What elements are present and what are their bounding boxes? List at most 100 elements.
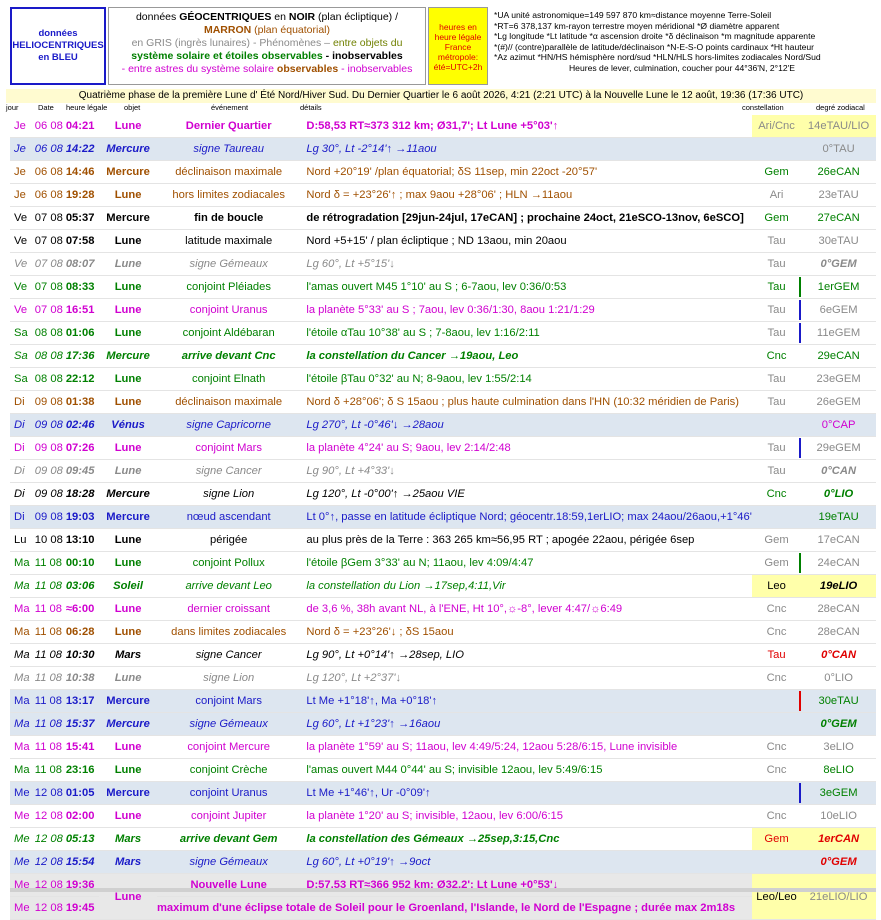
cell-degree: 0°GEM xyxy=(820,856,857,868)
cell-object: Lune xyxy=(114,534,142,546)
cell-constellation: Gem xyxy=(764,166,789,178)
cell-details: de rétrogradation [29jun-24jul, 17eCAN] … xyxy=(306,212,744,224)
cell-details: Lg 90°, Lt +4°33'↓ xyxy=(306,465,395,477)
cell-object: Mercure xyxy=(106,718,150,730)
horizontal-scrollbar[interactable] xyxy=(10,888,876,892)
cell-degree: 3eGEM xyxy=(819,787,858,799)
cell-time: 23:16 xyxy=(65,764,95,776)
cell-constellation: Tau xyxy=(767,373,786,385)
cell-object: Lune xyxy=(114,557,142,569)
cell-day: Ve xyxy=(14,212,28,224)
cell-degree: 0°GEM xyxy=(820,718,857,730)
cell-time: ≈6:00 xyxy=(65,603,95,615)
table-row: Ma 11 08 03:06 Soleil arrive devant Leo la co… xyxy=(10,574,876,598)
cell-constellation: Ari/Cnc xyxy=(751,115,802,138)
cell-degree: 19eTAU xyxy=(818,511,859,523)
cell-details: de 3,6 %, 38h avant NL, à l'ENE, Ht 10°,… xyxy=(306,603,623,615)
legend-text: GÉOCENTRIQUES xyxy=(179,11,272,23)
cell-date: 07 08 xyxy=(34,281,63,293)
legend-text: (plan écliptique) / xyxy=(315,11,399,23)
cell-object: Lune xyxy=(114,258,142,270)
cell-details: l'amas ouvert M44 0°44' au S; invisible … xyxy=(306,764,603,776)
cell-constellation xyxy=(751,505,802,529)
legend-text: - inobservables xyxy=(338,63,413,75)
cell-object: Lune xyxy=(114,626,142,638)
cell-object: Vénus xyxy=(111,419,145,431)
cell-object: Lune xyxy=(114,396,142,408)
cell-date: 09 08 xyxy=(34,488,63,500)
cell-object: Mercure xyxy=(106,695,150,707)
cell-constellation: Cnc xyxy=(766,672,787,684)
table-row: Ma 11 08 15:37 Mercure signe Gémeaux Lg 60°, … xyxy=(10,712,876,736)
cell-object: Lune xyxy=(114,120,142,132)
table-row: Ve 07 08 07:58 Lune latitude maximale Nord +5… xyxy=(10,230,876,253)
conjunction-marker xyxy=(799,553,802,573)
header-day: jour xyxy=(6,103,19,112)
table-row: Lu 10 08 13:10 Lune périgée au plus près de l… xyxy=(10,529,876,552)
table-row: Ma 11 08 10:30 Mars signe Cancer Lg 90°, Lt +… xyxy=(10,644,876,667)
cell-object: Mercure xyxy=(106,511,150,523)
cell-date: 12 08 xyxy=(34,856,63,868)
cell-date: 11 08 xyxy=(34,626,62,638)
conjunction-marker xyxy=(799,783,802,803)
abbreviation-line: Heures de lever, culmination, coucher po… xyxy=(568,62,796,73)
cell-date: 09 08 xyxy=(34,419,63,431)
legend-text: en xyxy=(271,11,289,23)
abbreviation-line: *RT=6 378,137 km-rayon terrestre moyen m… xyxy=(494,20,780,31)
cell-event: conjoint Mercure xyxy=(187,741,271,753)
cell-event: conjoint Uranus xyxy=(189,304,268,316)
cell-day: Di xyxy=(14,419,25,431)
cell-date: 12 08 xyxy=(34,902,63,914)
cell-constellation: Gem xyxy=(764,212,789,224)
header-event: événement xyxy=(211,103,249,112)
cell-constellation: Cnc xyxy=(766,488,787,500)
cell-day: Me xyxy=(14,787,30,799)
table-row: Ve 07 08 05:37 Mercure fin de boucle de rétro… xyxy=(10,207,876,230)
table-row: Sa 08 08 22:12 Lune conjoint Elnath l'étoile … xyxy=(10,368,876,391)
cell-time: 15:41 xyxy=(65,741,95,753)
cell-degree: 19eLIO xyxy=(801,574,876,598)
cell-time: 01:05 xyxy=(65,787,95,799)
cell-day: Di xyxy=(14,442,25,454)
cell-event: conjoint Mars xyxy=(195,442,262,454)
cell-event: signe Gémeaux xyxy=(189,718,268,730)
cell-time: 10:30 xyxy=(65,649,95,661)
cell-event: signe Capricorne xyxy=(186,419,271,431)
cell-event: signe Lion xyxy=(203,488,255,500)
conjunction-marker xyxy=(799,300,802,320)
cell-degree: 29eCAN xyxy=(817,350,860,362)
cell-event: hors limites zodiacales xyxy=(172,189,285,201)
cell-details: Lg 60°, Lt +5°15'↓ xyxy=(306,258,395,270)
cell-time: 14:46 xyxy=(65,166,95,178)
cell-day: Ma xyxy=(14,764,30,776)
cell-day: Lu xyxy=(14,534,27,546)
cell-degree: 24eCAN xyxy=(817,557,860,569)
legend-text: - inobservables xyxy=(322,50,403,62)
table-row: Me 12 08 01:05 Mercure conjoint Uranus Lt Me … xyxy=(10,781,876,805)
cell-time: 19:36 xyxy=(65,879,95,891)
legend-text: entre objets du xyxy=(332,37,403,49)
cell-constellation: Tau xyxy=(752,299,802,322)
cell-details: Nord δ = +23°26'↓ ; δS 15aou xyxy=(306,626,454,638)
cell-object: Lune xyxy=(114,465,142,477)
abbreviation-line: *UA unité astronomique=149 597 870 km≈di… xyxy=(494,10,772,20)
cell-time: 14:22 xyxy=(65,143,95,155)
cell-degree: 0°CAP xyxy=(821,419,856,431)
table-row: Je 06 08 14:22 Mercure signe Taureau Lg 30°, … xyxy=(10,137,876,161)
cell-degree: 0°TAU xyxy=(822,143,855,155)
cell-date: 08 08 xyxy=(34,373,63,385)
cell-details: la planète 1°20' au S; invisible, 12aou,… xyxy=(306,810,564,822)
cell-day: Sa xyxy=(14,373,28,385)
cell-constellation: Cnc xyxy=(766,741,787,753)
cell-degree: 30eTAU xyxy=(818,695,859,707)
legend-time-box: heures en heure légale France métropole:… xyxy=(428,7,488,85)
cell-degree: 8eLIO xyxy=(823,764,854,776)
cell-event: arrive devant Cnc xyxy=(181,350,276,362)
cell-object: Lune xyxy=(114,442,142,454)
cell-object: Lune xyxy=(114,741,142,753)
cell-event: arrive devant Leo xyxy=(185,580,272,592)
cell-details: Lg 60°, Lt +0°19'↑ →9oct xyxy=(306,856,431,868)
cell-event: conjoint Mars xyxy=(195,695,262,707)
table-row: Di 09 08 01:38 Lune déclinaison maximale Nord… xyxy=(10,391,876,414)
table-row: Ve 07 08 16:51 Lune conjoint Uranus la planèt… xyxy=(10,299,876,322)
